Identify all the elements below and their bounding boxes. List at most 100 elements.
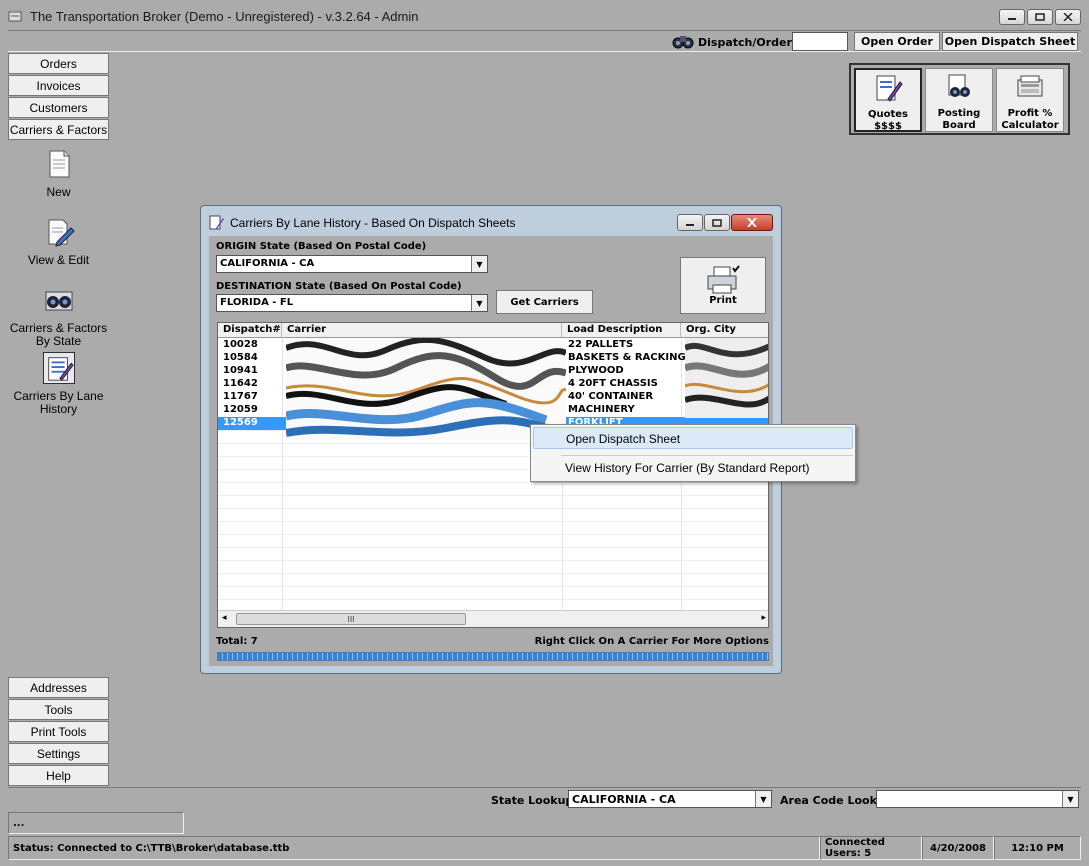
new-document-icon: [49, 150, 69, 178]
load-description-cell: 40' CONTAINER: [568, 391, 654, 402]
nav-settings[interactable]: Settings: [8, 743, 109, 764]
print-label: Print: [709, 295, 737, 306]
get-carriers-button[interactable]: Get Carriers: [496, 290, 593, 314]
menu-item-open-dispatch-sheet[interactable]: Open Dispatch Sheet: [533, 427, 853, 449]
grid-line: [218, 547, 768, 548]
menu-separator: [561, 455, 853, 456]
dispatch-cell: 11642: [223, 378, 258, 389]
status-bar: Status: Connected to C:\TTB\Broker\datab…: [8, 836, 1081, 860]
dialog-minimize-button[interactable]: [677, 214, 703, 231]
quotes-button[interactable]: Quotes $$$$: [854, 68, 922, 132]
maximize-button[interactable]: [1027, 9, 1053, 25]
grid-line: [218, 586, 768, 587]
grid-line: [218, 482, 768, 483]
dispatch-cell: 12569: [223, 417, 258, 428]
nav-view-edit[interactable]: View & Edit: [8, 216, 109, 267]
destination-state-label: DESTINATION State (Based On Postal Code): [216, 281, 462, 292]
destination-state-select[interactable]: FLORIDA - FL ▼: [216, 294, 488, 312]
dialog-icon: [209, 215, 224, 230]
binoculars-icon: [672, 36, 694, 49]
chevron-down-icon[interactable]: ▼: [755, 791, 771, 807]
nav-carriers-by-lane[interactable]: Carriers By Lane History: [8, 352, 109, 416]
lane-history-icon: [42, 352, 75, 384]
maximize-icon: [1035, 13, 1045, 21]
scrollbar-grip: III: [347, 614, 355, 624]
chevron-down-icon[interactable]: ▼: [471, 295, 487, 311]
destination-state-value: FLORIDA - FL: [220, 297, 294, 308]
nav-tools[interactable]: Tools: [8, 699, 109, 720]
profit-calculator-button[interactable]: Profit % Calculator: [996, 68, 1064, 132]
total-count: Total: 7: [216, 636, 258, 647]
chevron-down-icon[interactable]: ▼: [471, 256, 487, 272]
edit-document-icon: [48, 219, 75, 247]
posting-board-button[interactable]: Posting Board: [925, 68, 993, 132]
redacted-carrier-image: [286, 338, 566, 440]
nav-carriers-by-lane-label: Carriers By Lane History: [13, 389, 104, 416]
chevron-down-icon[interactable]: ▼: [1062, 791, 1078, 807]
minimize-icon: [686, 223, 694, 226]
quotes-label: Quotes $$$$: [867, 109, 908, 132]
column-header-carrier[interactable]: Carrier: [282, 323, 562, 338]
dispatch-cell: 10584: [223, 352, 258, 363]
printer-icon: [707, 265, 740, 294]
nav-customers[interactable]: Customers: [8, 97, 109, 118]
posting-board-label: Posting Board: [937, 108, 981, 131]
ellipsis-panel: ...: [8, 812, 184, 834]
context-menu: Open Dispatch Sheet View History For Car…: [530, 424, 856, 482]
dialog-title: Carriers By Lane History - Based On Disp…: [230, 216, 516, 230]
quick-actions-panel: Quotes $$$$ Posting Board Profit % Calcu…: [849, 63, 1070, 135]
menu-item-view-history-for-carrier[interactable]: View History For Carrier (By Standard Re…: [533, 457, 853, 479]
load-description-cell: 22 PALLETS: [568, 339, 634, 350]
nav-carriers-by-state-label: Carriers & Factors By State: [9, 321, 108, 348]
close-icon: [1063, 13, 1073, 21]
dispatch-cell: 12059: [223, 404, 258, 415]
status-date: 4/20/2008: [922, 836, 994, 860]
column-header-load-description[interactable]: Load Description: [562, 323, 681, 338]
truck-icon: [45, 291, 72, 311]
scroll-left-icon[interactable]: ◂: [222, 613, 227, 623]
load-description-cell: 4 20FT CHASSIS: [568, 378, 658, 389]
dispatch-cell: 11767: [223, 391, 258, 402]
dispatch-order-input[interactable]: [792, 32, 848, 51]
nav-print-tools[interactable]: Print Tools: [8, 721, 109, 742]
state-lookup-label: State Lookup:: [491, 794, 578, 807]
horizontal-scrollbar[interactable]: ◂ III ▸: [218, 610, 768, 627]
minimize-button[interactable]: [999, 9, 1025, 25]
dialog-close-button[interactable]: [731, 214, 773, 231]
grid-line: [218, 534, 768, 535]
calculator-icon: [1017, 75, 1043, 97]
column-header-org-city[interactable]: Org. City: [681, 323, 768, 338]
connected-users: Connected Users: 5: [820, 836, 922, 860]
nav-view-edit-label: View & Edit: [27, 253, 90, 267]
nav-invoices[interactable]: Invoices: [8, 75, 109, 96]
top-toolbar: Dispatch/Order #: Open Order Open Dispat…: [8, 30, 1081, 52]
print-button[interactable]: Print: [680, 257, 766, 314]
window-title: The Transportation Broker (Demo - Unregi…: [30, 9, 419, 24]
area-code-lookup-select[interactable]: ▼: [876, 790, 1079, 808]
dialog-maximize-button[interactable]: [704, 214, 730, 231]
nav-help[interactable]: Help: [8, 765, 109, 786]
nav-addresses[interactable]: Addresses: [8, 677, 109, 698]
open-order-button[interactable]: Open Order: [854, 32, 940, 51]
lookup-bar: State Lookup: CALIFORNIA - CA ▼ Area Cod…: [8, 787, 1081, 811]
dispatch-cell: 10941: [223, 365, 258, 376]
right-click-hint: Right Click On A Carrier For More Option…: [534, 636, 769, 647]
quotes-icon: [876, 75, 903, 102]
state-lookup-select[interactable]: CALIFORNIA - CA ▼: [568, 790, 772, 808]
origin-state-select[interactable]: CALIFORNIA - CA ▼: [216, 255, 488, 273]
nav-new[interactable]: New: [8, 148, 109, 199]
column-header-dispatch[interactable]: Dispatch#: [218, 323, 282, 338]
close-button[interactable]: [1055, 9, 1081, 25]
grid-line: [218, 521, 768, 522]
grid-line: [218, 495, 768, 496]
nav-orders[interactable]: Orders: [8, 53, 109, 74]
scroll-right-icon[interactable]: ▸: [761, 613, 766, 623]
nav-carriers-by-state[interactable]: Carriers & Factors By State: [8, 284, 109, 348]
posting-board-icon: [948, 74, 970, 97]
scrollbar-thumb[interactable]: III: [236, 613, 466, 625]
origin-state-value: CALIFORNIA - CA: [220, 258, 315, 269]
load-description-cell: BASKETS & RACKING: [568, 352, 686, 363]
status-text: Status: Connected to C:\TTB\Broker\datab…: [8, 836, 820, 860]
nav-carriers-factors[interactable]: Carriers & Factors: [8, 119, 109, 140]
open-dispatch-sheet-button[interactable]: Open Dispatch Sheet: [942, 32, 1078, 51]
